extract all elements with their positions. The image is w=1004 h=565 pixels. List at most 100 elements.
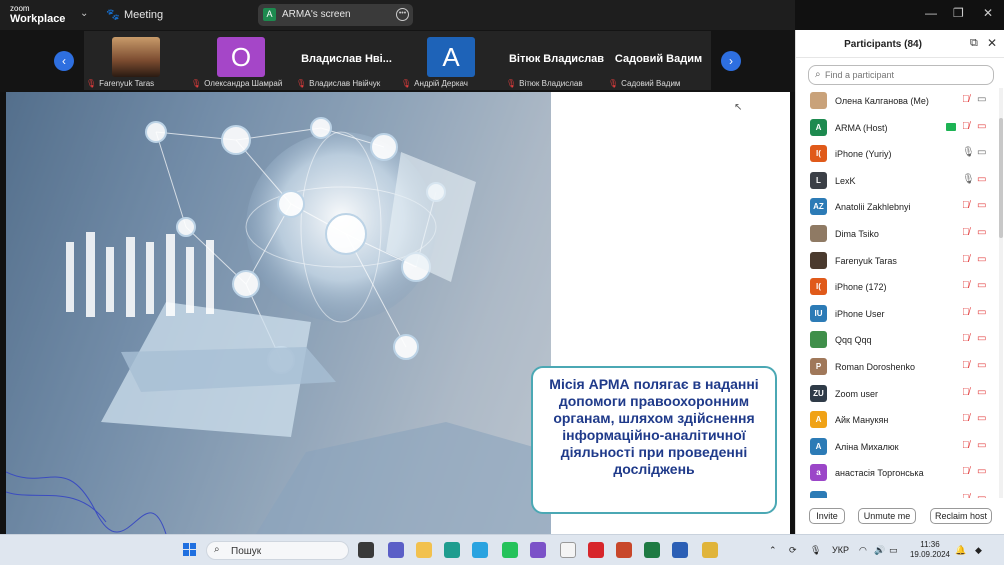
word-icon[interactable] (672, 542, 688, 558)
next-arrow-icon[interactable]: › (721, 51, 741, 71)
participant-row[interactable]: I(iPhone (172) 🎙̸ ▭ (796, 274, 996, 301)
close-icon[interactable]: ✕ (983, 6, 993, 20)
powerpoint-icon[interactable] (616, 542, 632, 558)
chevron-down-icon[interactable]: ⌄ (80, 8, 88, 19)
chrome-icon[interactable] (702, 542, 718, 558)
telegram-icon[interactable] (472, 542, 488, 558)
video-off-icon[interactable]: ▭ (977, 333, 986, 344)
participant-row[interactable]: Олена Калганова (Me) 🎙̸ ▭ (796, 88, 996, 115)
video-off-icon[interactable]: ▭ (977, 227, 986, 238)
mic-muted-icon[interactable]: 🎙̸ (962, 121, 970, 132)
whatsapp-icon[interactable] (502, 542, 518, 558)
video-tile[interactable]: О 🎙 Олександра Шамрай (189, 31, 294, 90)
more-options-icon[interactable]: ••• (396, 8, 409, 21)
file-explorer-icon[interactable] (416, 542, 432, 558)
battery-icon[interactable]: ▭ (889, 545, 898, 556)
mic-muted-icon[interactable]: 🎙̸ (962, 280, 970, 291)
participants-header: Participants (84) ⧉ ✕ (796, 30, 1004, 58)
scrollbar-thumb[interactable] (999, 118, 1003, 238)
teams-icon[interactable] (388, 542, 404, 558)
video-off-icon[interactable]: ▭ (977, 200, 986, 211)
restore-icon[interactable]: ❐ (953, 6, 964, 20)
copilot-icon[interactable]: ◆ (975, 545, 982, 556)
participant-row[interactable]: Qqq Qqq 🎙̸ ▭ (796, 327, 996, 354)
mic-muted-icon[interactable]: 🎙̸ (962, 94, 970, 105)
video-off-icon[interactable]: ▭ (977, 440, 986, 451)
video-off-icon[interactable]: ▭ (977, 121, 986, 132)
wifi-icon[interactable]: ◠ (859, 545, 867, 556)
file-icon[interactable] (560, 542, 576, 558)
mic-muted-icon[interactable]: 🎙̸ (962, 440, 970, 451)
taskbar-clock[interactable]: 11:36 19.09.2024 (908, 540, 952, 560)
video-off-icon[interactable]: ▭ (977, 307, 986, 318)
taskbar-search[interactable]: ⌕ Пошук (206, 541, 349, 560)
participant-row[interactable]: ZU Zoom user 🎙̸ ▭ (796, 381, 996, 408)
participant-row[interactable]: P Roman Doroshenko 🎙̸ ▭ (796, 354, 996, 381)
video-tile[interactable]: A 🎙 Андрій Деркач (399, 31, 504, 90)
participant-row[interactable]: Farenyuk Taras 🎙̸ ▭ (796, 248, 996, 275)
participant-row[interactable]: L LexK 🎙 ▭ (796, 168, 996, 195)
video-tile[interactable]: Вітюк Владислав 🎙 Вітюк Владислав (504, 31, 609, 90)
mic-muted-icon[interactable]: 🎙̸ (962, 333, 970, 344)
mic-muted-icon[interactable]: 🎙̸ (962, 387, 970, 398)
participant-row[interactable]: I(iPhone (Yuriy) 🎙 ▭ (796, 141, 996, 168)
sync-icon[interactable]: ⟳ (789, 545, 797, 556)
video-off-icon[interactable]: ▭ (977, 413, 986, 424)
participant-row[interactable]: A Аліна Михалюк 🎙̸ ▭ (796, 434, 996, 461)
mic-muted-icon[interactable]: 🎙̸ (962, 254, 970, 265)
participant-row[interactable]: IU iPhone User 🎙̸ ▭ (796, 301, 996, 328)
notification-bell-icon[interactable]: 🔔 (955, 545, 966, 556)
participant-row[interactable]: Dima Tsiko 🎙̸ ▭ (796, 221, 996, 248)
mic-muted-icon[interactable]: 🎙̸ (962, 493, 970, 498)
mic-muted-icon[interactable]: 🎙̸ (962, 466, 970, 477)
invite-button[interactable]: Invite (809, 508, 845, 524)
pdf-reader-icon[interactable] (588, 542, 604, 558)
windows-start-icon[interactable] (183, 543, 197, 557)
video-off-icon[interactable]: ▭ (977, 493, 986, 498)
participant-row[interactable]: 🎙̸ ▭ (796, 487, 996, 498)
participant-row[interactable]: a анастасія Торгонська 🎙̸ ▭ (796, 460, 996, 487)
meeting-menu[interactable]: 🐾 Meeting (106, 8, 163, 21)
close-panel-icon[interactable]: ✕ (987, 36, 997, 50)
video-tile[interactable]: Садовий Вадим 🎙 Садовий Вадим (606, 31, 711, 90)
reclaim-host-button[interactable]: Reclaim host (930, 508, 992, 524)
participant-search-input[interactable] (825, 68, 990, 82)
participant-search[interactable]: ⌕ (808, 65, 994, 85)
task-view-icon[interactable] (358, 542, 374, 558)
participant-row[interactable]: AZ Anatolii Zakhlebnyi 🎙̸ ▭ (796, 194, 996, 221)
video-icon[interactable]: ▭ (977, 94, 986, 105)
viber-icon[interactable] (530, 542, 546, 558)
mic-muted-icon[interactable]: 🎙̸ (962, 227, 970, 238)
microphone-icon[interactable]: 🎙 (810, 545, 821, 556)
mic-muted-icon[interactable]: 🎙̸ (962, 413, 970, 424)
mic-muted-icon[interactable]: 🎙̸ (962, 360, 970, 371)
unmute-me-button[interactable]: Unmute me (858, 508, 916, 524)
chevron-up-icon[interactable]: ⌃ (769, 545, 777, 556)
participant-row[interactable]: A ARMA (Host) 🎙̸ ▭ (796, 115, 996, 142)
minimize-icon[interactable]: — (925, 6, 937, 20)
mic-muted-icon[interactable]: 🎙̸ (962, 200, 970, 211)
video-off-icon[interactable]: ▭ (977, 254, 986, 265)
excel-icon[interactable] (644, 542, 660, 558)
video-off-icon[interactable]: ▭ (977, 466, 986, 477)
video-off-icon[interactable]: ▭ (977, 360, 986, 371)
volume-icon[interactable]: 🔊 (874, 545, 885, 556)
participants-scrollbar[interactable] (999, 88, 1003, 498)
participant-row[interactable]: A Айк Манукян 🎙̸ ▭ (796, 407, 996, 434)
language-indicator[interactable]: УКР (832, 545, 849, 555)
video-off-icon[interactable]: ▭ (977, 280, 986, 291)
mic-icon[interactable]: 🎙 (962, 174, 975, 185)
screen-share-pill[interactable]: A ARMA's screen ••• (258, 4, 413, 26)
video-off-icon[interactable]: ▭ (977, 174, 986, 185)
video-off-icon[interactable]: ▭ (977, 387, 986, 398)
participant-name: Zoom user (835, 388, 879, 399)
prev-arrow-icon[interactable]: ‹ (54, 51, 74, 71)
mic-muted-icon[interactable]: 🎙̸ (962, 307, 970, 318)
video-tile[interactable]: Владислав Нві... 🎙 Владислав Нвійчук (294, 31, 399, 90)
video-tile[interactable]: 🎙 Farenyuk Taras (84, 31, 189, 90)
edge-icon[interactable] (444, 542, 460, 558)
pop-out-icon[interactable]: ⧉ (970, 37, 978, 50)
video-icon[interactable]: ▭ (977, 147, 986, 158)
mic-icon[interactable]: 🎙 (962, 147, 975, 158)
mic-muted-icon: 🎙 (608, 79, 619, 88)
